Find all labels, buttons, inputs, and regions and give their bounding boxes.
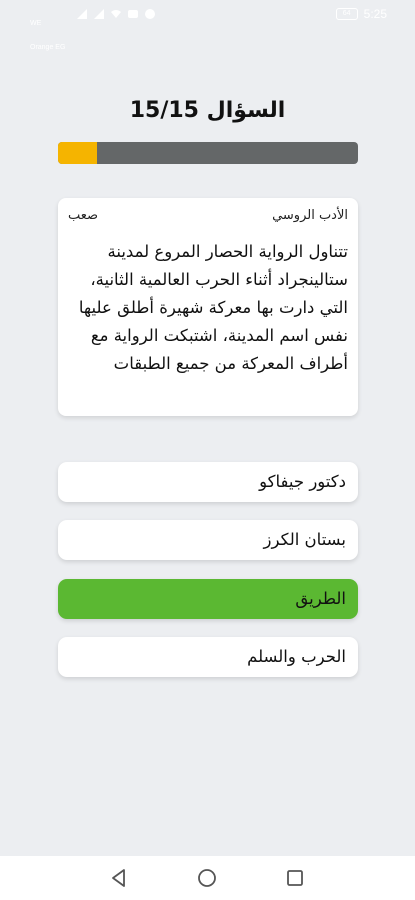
- recents-icon[interactable]: [283, 866, 307, 890]
- question-text: تتناول الرواية الحصار المروع لمدينة ستال…: [78, 242, 348, 373]
- answer-option-3[interactable]: الطريق: [58, 579, 358, 619]
- answer-option-4[interactable]: الحرب والسلم: [58, 637, 358, 677]
- carrier-label: WE Orange EG: [30, 4, 65, 68]
- status-left: WE Orange EG: [30, 4, 230, 51]
- facebook-icon: [145, 9, 155, 19]
- answer-label: الطريق: [295, 589, 346, 608]
- progress-bar: [58, 142, 358, 164]
- question-card: الأدب الروسي صعب تتناول الرواية الحصار ا…: [58, 198, 358, 416]
- status-right: 64 5:25: [335, 6, 387, 22]
- answer-label: بستان الكرز: [263, 530, 346, 549]
- carrier-line-1: WE: [30, 20, 42, 27]
- difficulty-label: صعب: [68, 208, 99, 223]
- answer-option-2[interactable]: بستان الكرز: [58, 520, 358, 560]
- messenger-icon: [128, 10, 138, 18]
- answer-label: الحرب والسلم: [247, 647, 346, 666]
- home-icon[interactable]: [195, 866, 219, 890]
- signal-icon: [94, 9, 104, 19]
- progress-fill: [58, 142, 97, 164]
- answer-label: دكتور جيفاكو: [259, 472, 346, 491]
- status-bar: WE Orange EG 64 5:25: [0, 0, 415, 51]
- back-icon[interactable]: [107, 866, 131, 890]
- category-label: الأدب الروسي: [272, 208, 348, 223]
- carrier-line-2: Orange EG: [30, 44, 66, 51]
- answer-option-1[interactable]: دكتور جيفاكو: [58, 462, 358, 502]
- wifi-icon: [111, 10, 121, 18]
- signal-icon: [77, 9, 87, 19]
- status-icons: [76, 7, 156, 21]
- clock: 5:25: [363, 7, 387, 21]
- system-nav-bar: [0, 856, 415, 900]
- battery-icon: 64: [335, 8, 358, 20]
- question-counter-title: السؤال 15/15: [129, 98, 286, 123]
